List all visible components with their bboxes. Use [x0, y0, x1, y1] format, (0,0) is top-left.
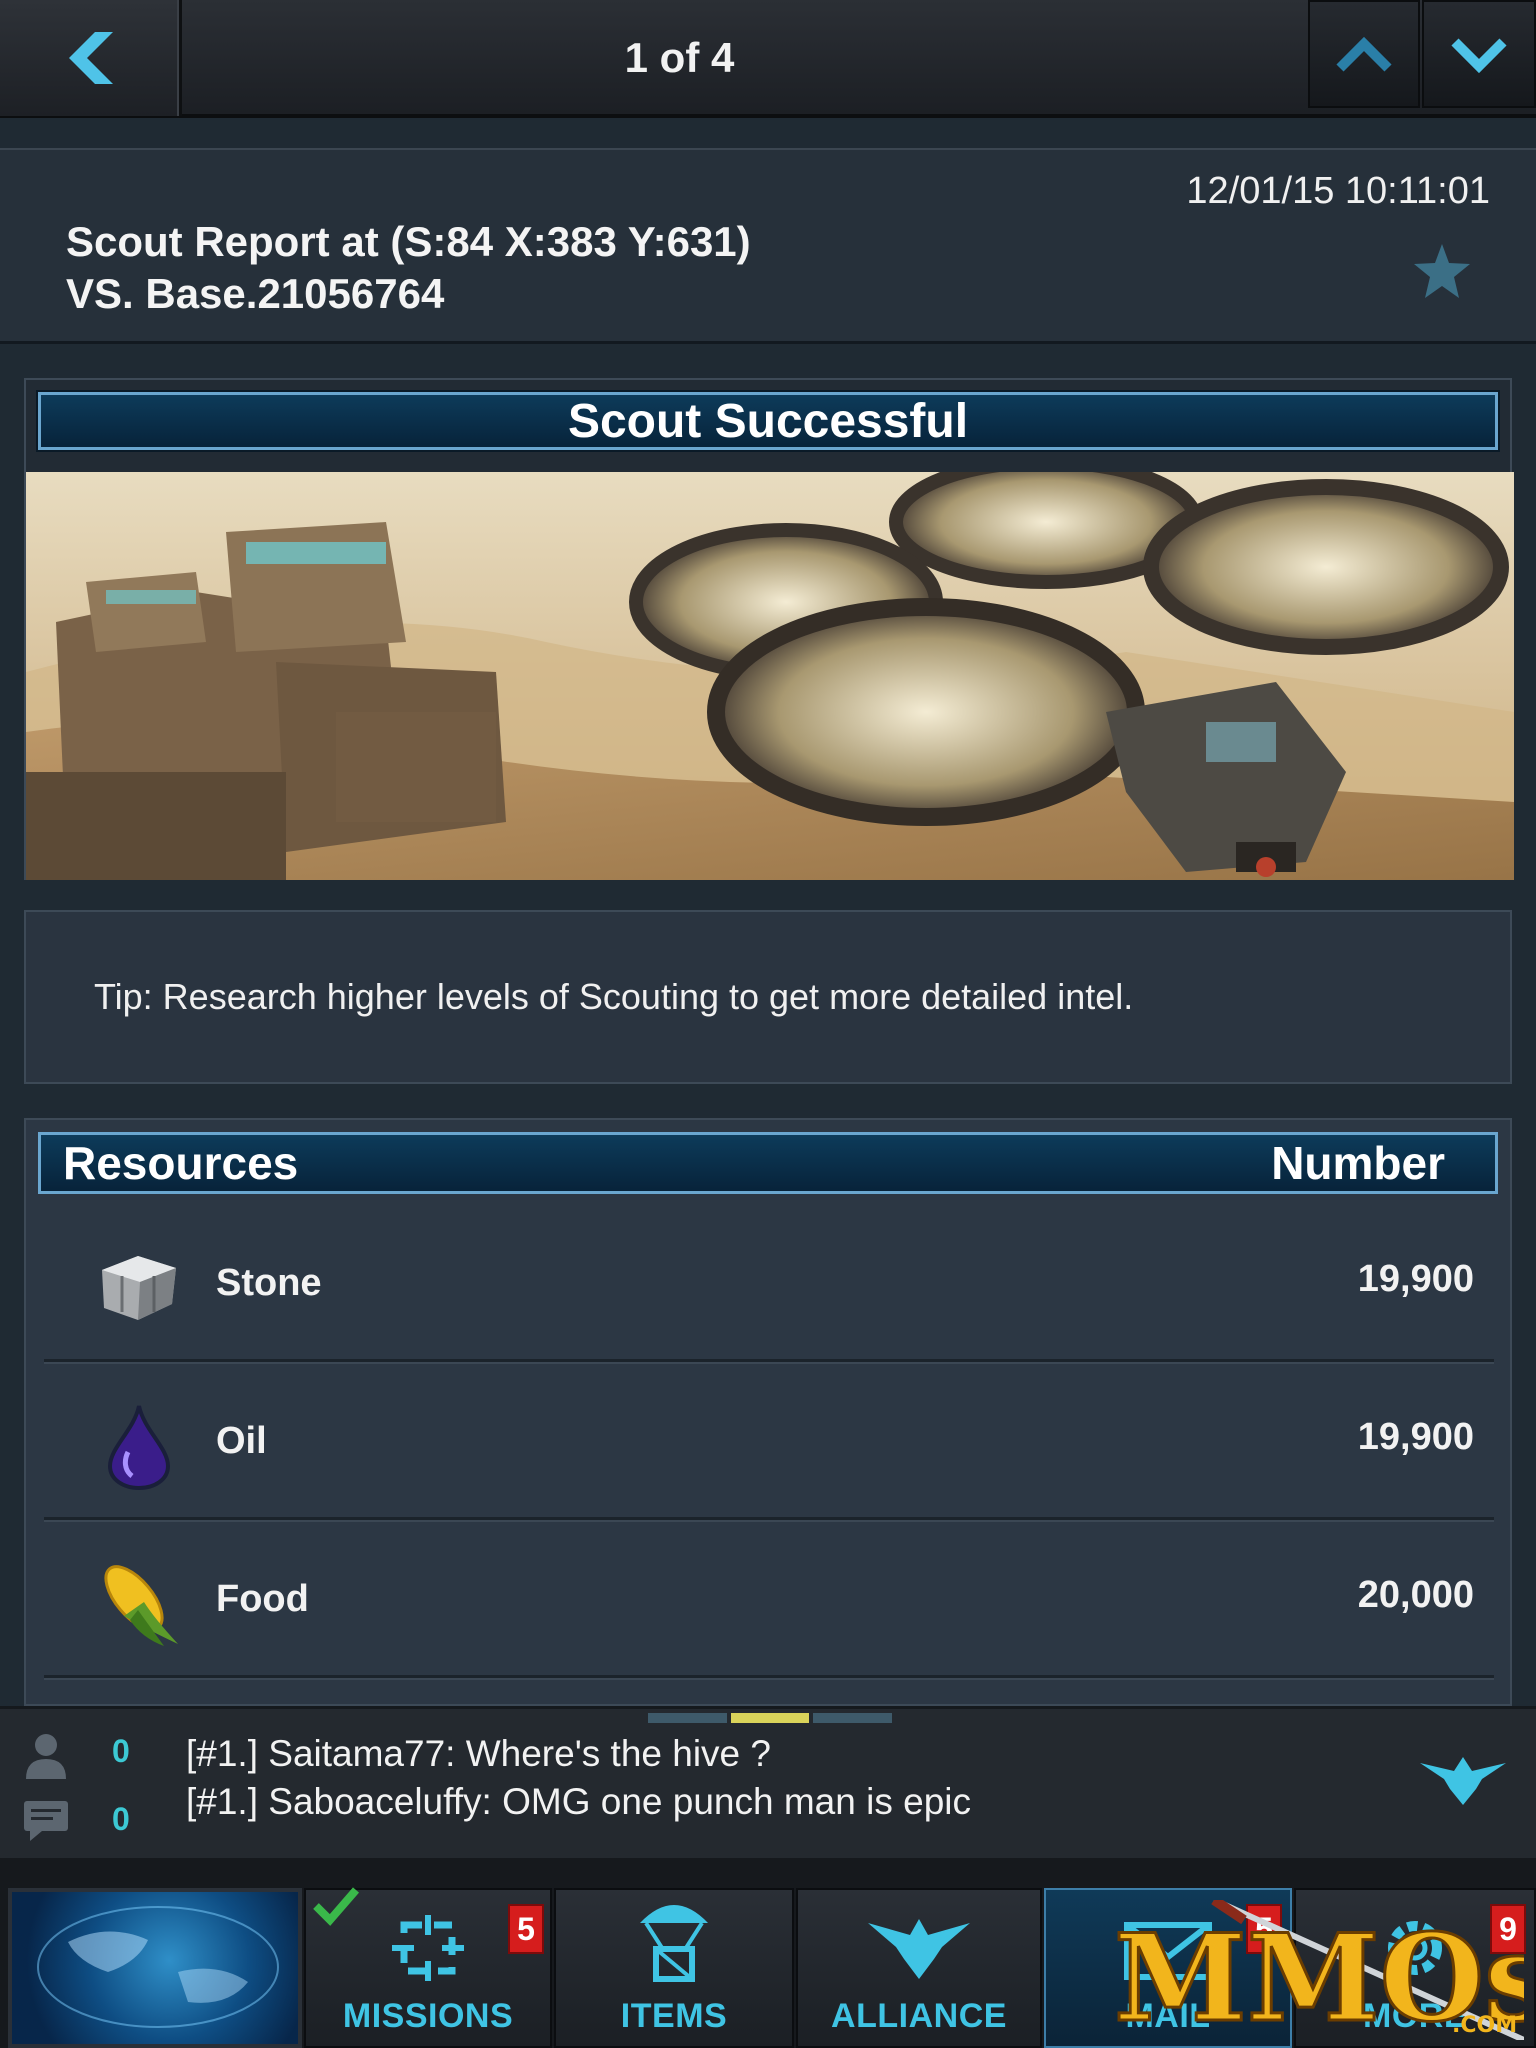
svg-text:.COM: .COM	[1452, 2013, 1517, 2038]
alliance-chat-icon[interactable]	[1418, 1749, 1508, 1809]
resource-name: Stone	[216, 1262, 322, 1304]
chat-bubble-icon	[24, 1801, 68, 1841]
resource-row-oil: Oil 19,900	[44, 1364, 1494, 1520]
resource-row-food: Food 20,000	[44, 1522, 1494, 1678]
favorite-star-icon[interactable]	[1412, 242, 1472, 300]
player-icon	[26, 1734, 66, 1779]
number-column-header: Number	[1271, 1137, 1445, 1189]
stone-icon	[102, 1256, 176, 1320]
next-report-button[interactable]	[1422, 0, 1536, 108]
corn-icon	[104, 1565, 178, 1646]
tab-label: ALLIANCE	[831, 1997, 1007, 2035]
online-player-count: 0	[112, 1733, 130, 1769]
report-title-target: VS. Base.21056764	[66, 270, 445, 317]
tab-label: MISSIONS	[342, 1997, 514, 2035]
chat-message: [#1.] Saboaceluffy: OMG one punch man is…	[186, 1781, 971, 1822]
tip-text: Tip: Research higher levels of Scouting …	[94, 976, 1134, 1017]
oil-drop-icon	[107, 1405, 171, 1490]
resource-row-stone: Stone 19,900	[44, 1206, 1494, 1362]
report-title-location: Scout Report at (S:84 X:383 Y:631)	[66, 218, 751, 265]
resource-name: Oil	[216, 1420, 267, 1462]
supply-drop-icon	[640, 1905, 708, 1982]
tab-missions[interactable]: 5 MISSIONS	[304, 1887, 552, 2048]
unread-message-count: 0	[112, 1801, 130, 1837]
scout-drone-illustration	[26, 472, 1514, 880]
chevron-up-icon	[1336, 36, 1392, 72]
page-counter: 1 of 4	[624, 34, 735, 81]
report-timestamp: 12/01/15 10:11:01	[1186, 170, 1490, 212]
scout-result-title: Scout Successful	[38, 392, 1498, 450]
chat-channel-tab-active[interactable]	[730, 1713, 810, 1723]
chat-bar[interactable]: 0 0 [#1.] Saitama77: Where's the hive ? …	[0, 1706, 1536, 1858]
resource-value: 19,900	[1357, 1416, 1474, 1458]
scout-result-panel: Scout Successful	[24, 378, 1514, 880]
chat-channel-tab[interactable]	[813, 1713, 893, 1723]
tip-panel: Tip: Research higher levels of Scouting …	[24, 910, 1512, 1084]
report-header: 12/01/15 10:11:01 Scout Report at (S:84 …	[0, 148, 1536, 344]
tab-alliance[interactable]: ALLIANCE	[796, 1888, 1042, 2048]
chevron-down-icon	[1451, 38, 1507, 74]
report-title: Scout Report at (S:84 X:383 Y:631) VS. B…	[66, 216, 751, 320]
chat-channel-tab[interactable]	[648, 1713, 727, 1723]
back-button[interactable]	[0, 0, 182, 116]
checkmark-icon	[313, 1887, 360, 1926]
globe-icon	[37, 1906, 279, 2028]
eagle-icon	[868, 1919, 970, 1979]
mmos-watermark-logo: MMOs .COM	[1113, 1900, 1524, 2040]
resource-value: 19,900	[1357, 1258, 1474, 1300]
resource-value: 20,000	[1357, 1574, 1474, 1616]
resources-panel: Resources Number Stone 19,900 Oil 19,900…	[24, 1118, 1512, 1706]
missions-badge: 5	[508, 1904, 544, 1954]
back-arrow-icon	[68, 32, 113, 84]
resources-table-header: Resources Number	[38, 1132, 1498, 1194]
top-bar: 1 of 4	[0, 0, 1536, 118]
world-map-button[interactable]	[8, 1888, 302, 2048]
chat-channel-indicator[interactable]	[648, 1713, 893, 1723]
crosshair-icon	[392, 1915, 464, 1981]
resource-name: Food	[216, 1578, 309, 1620]
resources-column-header: Resources	[63, 1137, 299, 1189]
chat-message: [#1.] Saitama77: Where's the hive ?	[186, 1733, 771, 1774]
tab-items[interactable]: ITEMS	[554, 1888, 794, 2048]
tab-label: ITEMS	[620, 1997, 728, 2035]
previous-report-button[interactable]	[1308, 0, 1420, 108]
